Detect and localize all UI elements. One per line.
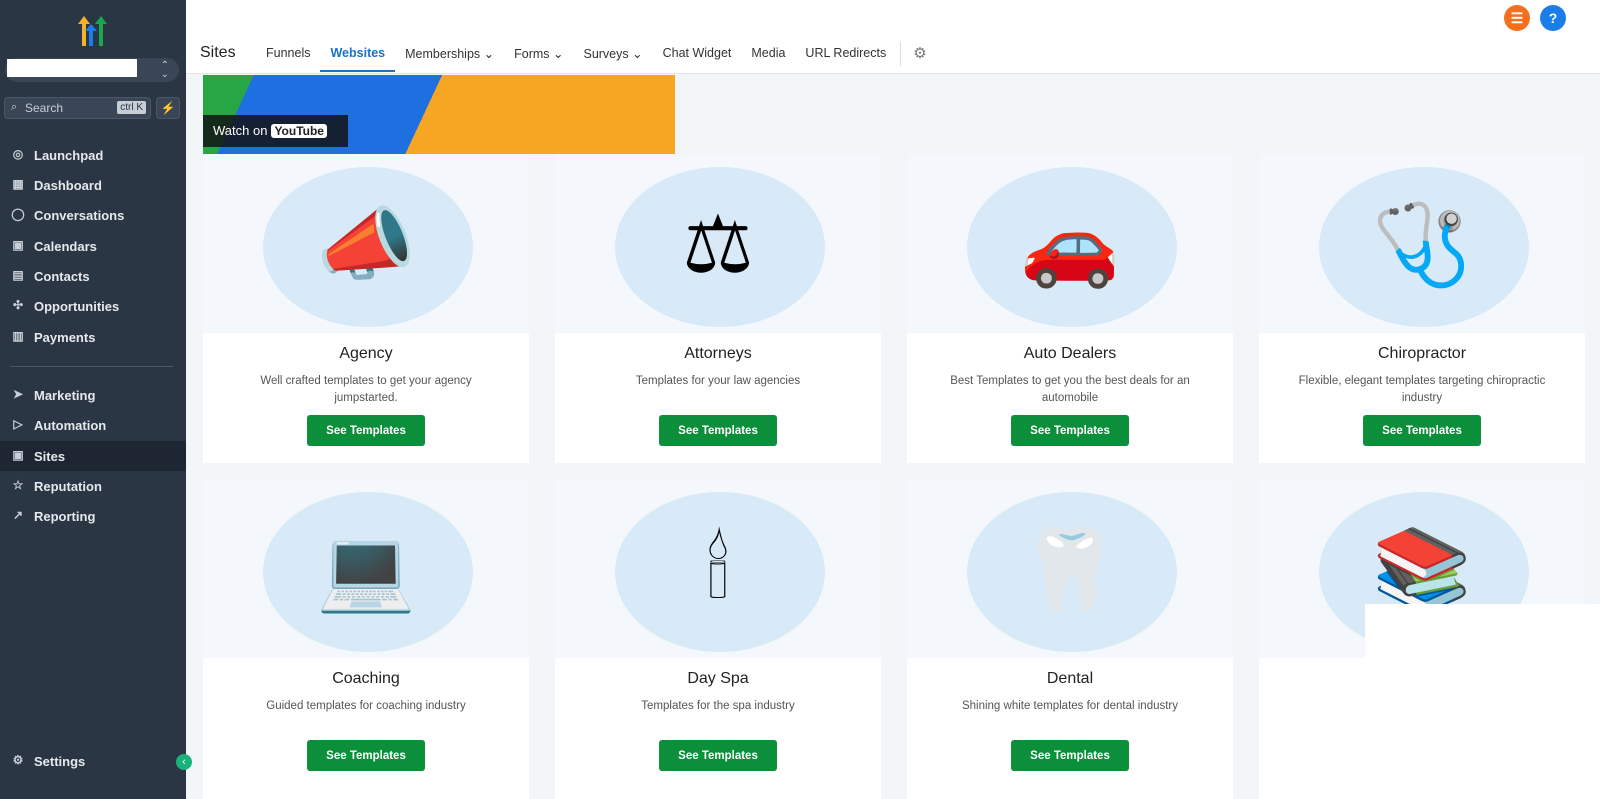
see-templates-button[interactable]: See Templates	[307, 415, 425, 446]
sidebar-item-reporting[interactable]: ↗ Reporting	[0, 501, 186, 531]
tab-4[interactable]: Surveys ⌄	[573, 46, 652, 72]
template-card: 🚗 Auto Dealers Best Templates to get you t…	[907, 155, 1233, 463]
sidebar-item-settings[interactable]: ⚙ Settings	[0, 746, 186, 776]
network-icon: ✣	[12, 298, 24, 312]
card-description: Guided templates for coaching industry	[266, 700, 466, 712]
tab-5[interactable]: Chat Widget	[653, 46, 742, 72]
search-icon: ⌕	[11, 101, 18, 113]
youtube-logo: YouTube	[271, 124, 327, 138]
template-card: 🕯 Day Spa Templates for the spa industry Se…	[555, 480, 881, 799]
gear-icon[interactable]: ⚙	[909, 44, 926, 72]
tab-0[interactable]: Funnels	[256, 46, 320, 72]
template-card: ⚖ Attorneys Templates for your law agencie…	[555, 155, 881, 463]
calendar-icon: ▣	[12, 238, 24, 252]
account-switcher[interactable]: ⌃ ⌄	[5, 58, 179, 82]
video-embed[interactable]: Watch on YouTube	[203, 75, 675, 154]
see-templates-button[interactable]: See Templates	[1011, 415, 1129, 446]
overlay-panel	[1365, 604, 1600, 799]
collapse-sidebar-button[interactable]: ‹	[176, 754, 192, 770]
tab-2[interactable]: Memberships ⌄	[395, 46, 504, 72]
card-title: Agency	[339, 345, 393, 362]
card-title: Day Spa	[687, 670, 749, 687]
sites-icon: ▣	[12, 448, 24, 462]
template-card: 💻 Coaching Guided templates for coaching i…	[203, 480, 529, 799]
card-illustration: 🦷	[907, 480, 1233, 658]
tabs: Funnels Websites Memberships ⌄ Forms ⌄ Surve…	[256, 42, 927, 72]
send-icon: ➤	[12, 387, 24, 401]
see-templates-button[interactable]: See Templates	[307, 740, 425, 771]
sidebar-item-automation[interactable]: ▷ Automation	[0, 410, 186, 440]
watch-on-youtube-link[interactable]: Watch on YouTube	[203, 115, 348, 147]
template-card: 🦷 Dental Shining white templates for denta…	[907, 480, 1233, 799]
card-description: Templates for the spa industry	[641, 700, 795, 712]
card-illustration: 🚗	[907, 155, 1233, 333]
shortcut-badge: ctrl K	[117, 101, 146, 114]
help-icon: ?	[1548, 10, 1558, 26]
card-title: Attorneys	[684, 345, 752, 362]
tab-6[interactable]: Media	[741, 46, 795, 72]
template-card: 🩺 Chiropractor Flexible, elegant templates…	[1259, 155, 1585, 463]
play-icon: ▷	[13, 417, 23, 431]
bolt-icon: ⚡	[160, 101, 176, 115]
card-illustration: ⚖	[555, 155, 881, 333]
card-title: Coaching	[332, 670, 400, 687]
see-templates-button[interactable]: See Templates	[659, 415, 777, 446]
see-templates-button[interactable]: See Templates	[1011, 740, 1129, 771]
sidebar-item-calendars[interactable]: ▣ Calendars	[0, 231, 186, 261]
card-description: Templates for your law agencies	[635, 375, 801, 387]
card-title: Auto Dealers	[1023, 345, 1117, 362]
page-title: Sites	[200, 44, 236, 61]
sidebar-item-reputation[interactable]: ☆ Reputation	[0, 471, 186, 501]
sidebar-item-sites[interactable]: ▣ Sites	[0, 441, 186, 471]
tab-7[interactable]: URL Redirects	[795, 46, 896, 72]
grid-icon: ▦	[12, 177, 24, 191]
changelog-button[interactable]: ☰	[1504, 5, 1530, 31]
divider	[900, 42, 902, 66]
chevron-updown-icon: ⌃ ⌄	[160, 60, 169, 80]
template-card: 📣 Agency Well crafted templates to get you…	[203, 155, 529, 463]
help-button[interactable]: ?	[1540, 5, 1566, 31]
card-illustration: 🩺	[1259, 155, 1585, 333]
gear-icon: ⚙	[12, 753, 24, 767]
star-icon: ☆	[12, 478, 24, 492]
card-description: Best Templates to get you the best deals…	[950, 375, 1190, 404]
list-icon: ☰	[1510, 10, 1524, 26]
contacts-icon: ▤	[12, 268, 24, 282]
card-description: Flexible, elegant templates targeting ch…	[1298, 375, 1546, 404]
card-description: Well crafted templates to get your agenc…	[260, 375, 472, 404]
search-input[interactable]: ⌕ Search ctrl K	[4, 97, 151, 119]
divider	[10, 366, 173, 367]
tab-3[interactable]: Forms ⌄	[504, 46, 573, 72]
sidebar-item-conversations[interactable]: ◯ Conversations	[0, 200, 186, 230]
card-illustration: 🕯	[555, 480, 881, 658]
card-description: Shining white templates for dental indus…	[961, 700, 1179, 712]
top-bar: Sites Funnels Websites Memberships ⌄ Forms …	[186, 0, 1600, 74]
sidebar-item-dashboard[interactable]: ▦ Dashboard	[0, 170, 186, 200]
receipt-icon: ▥	[12, 329, 24, 343]
chat-icon: ◯	[11, 207, 25, 221]
card-title: Chiropractor	[1377, 345, 1467, 362]
see-templates-button[interactable]: See Templates	[659, 740, 777, 771]
see-templates-button[interactable]: See Templates	[1363, 415, 1481, 446]
sidebar-item-contacts[interactable]: ▤ Contacts	[0, 261, 186, 291]
sidebar-item-payments[interactable]: ▥ Payments	[0, 322, 186, 352]
sidebar-item-opportunities[interactable]: ✣ Opportunities	[0, 291, 186, 321]
quick-actions-button[interactable]: ⚡	[156, 97, 180, 119]
sidebar: ⌃ ⌄ ⌕ Search ctrl K ⚡ ◎ Launchpad ▦ Dashboard ◯…	[0, 0, 192, 799]
sidebar-item-marketing[interactable]: ➤ Marketing	[0, 380, 186, 410]
sidebar-item-launchpad[interactable]: ◎ Launchpad	[0, 140, 186, 170]
logo	[78, 16, 107, 46]
card-title: Dental	[1046, 670, 1094, 687]
trend-icon: ↗	[12, 508, 24, 522]
card-illustration: 💻	[203, 480, 529, 658]
tab-1[interactable]: Websites	[320, 46, 395, 72]
rocket-icon: ◎	[12, 147, 24, 161]
card-illustration: 📣	[203, 155, 529, 333]
